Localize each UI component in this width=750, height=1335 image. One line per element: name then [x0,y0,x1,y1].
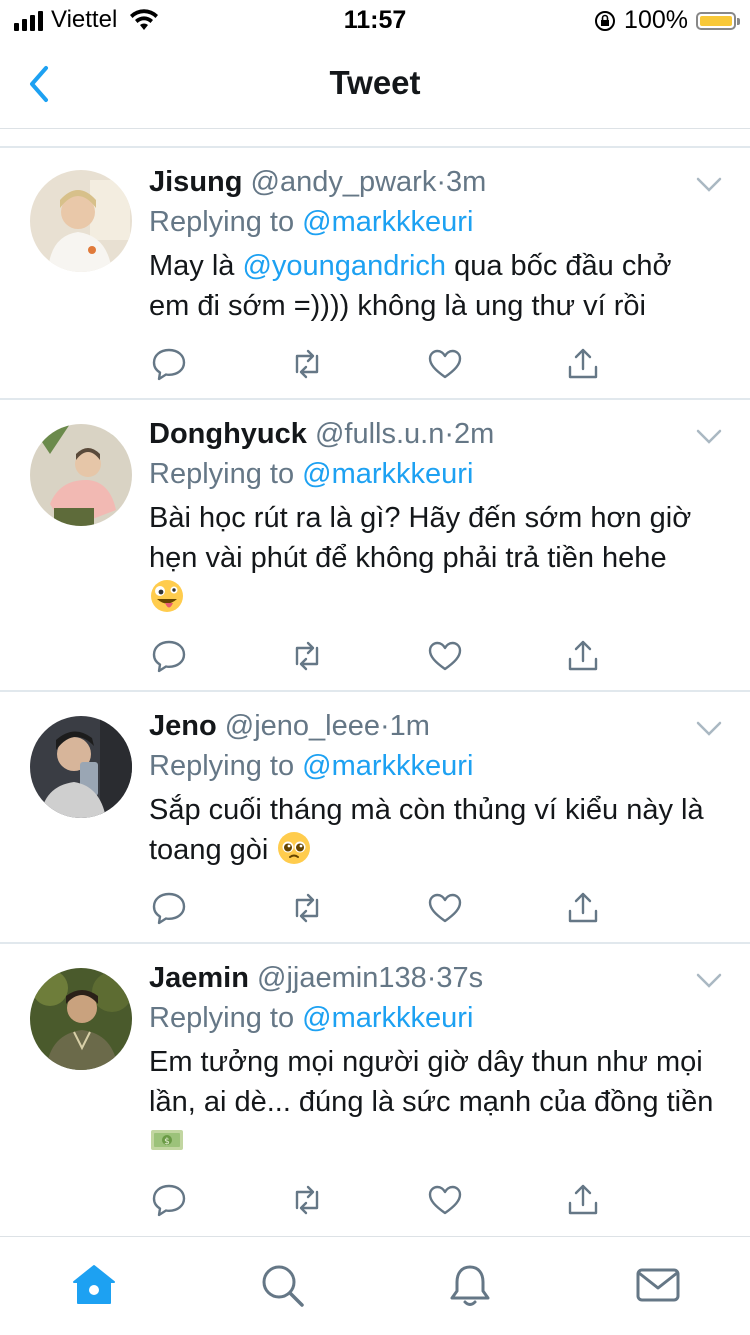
battery-percent: 100% [624,6,688,34]
tweet-text: Em tưởng mọi người giờ dây thun như mọi … [149,1042,719,1162]
user-handle[interactable]: @andy_pwark [251,166,437,198]
display-name[interactable]: Jeno [149,710,217,742]
battery-icon [696,11,740,30]
home-icon[interactable] [70,1261,118,1309]
search-icon[interactable] [258,1261,306,1309]
tweet-header: Jisung @andy_pwark·3m [149,166,486,199]
mention-link[interactable]: @youngandrich [242,250,446,282]
like-icon[interactable] [427,890,463,926]
avatar[interactable] [30,424,132,526]
reply-icon[interactable] [151,1182,187,1218]
user-handle[interactable]: @fulls.u.n [315,418,444,450]
text-segment: Sắp cuối tháng mà còn thủng ví kiểu này … [149,794,704,866]
status-bar: Viettel 11:57 100% [0,0,750,40]
like-icon[interactable] [427,1182,463,1218]
replying-label: Replying to [149,458,295,490]
tweet-header: Jeno @jeno_leee·1m [149,710,430,743]
page-title: Tweet [329,64,421,101]
display-name[interactable]: Jisung [149,166,242,198]
retweet-icon[interactable] [289,890,325,926]
like-icon[interactable] [427,638,463,674]
pleading-face-emoji-icon [278,832,311,864]
tweet-reply[interactable]: Donghyuck @fulls.u.n·2m Replying to @mar… [0,400,750,692]
money-with-wings-emoji-icon: $ [151,1130,183,1150]
tweet-actions [149,346,609,386]
reply-icon[interactable] [151,346,187,382]
zany-face-emoji-icon [151,580,183,612]
tweet-reply[interactable]: Jeno @jeno_leee·1m Replying to @markkkeu… [0,692,750,944]
tweet-actions [149,1182,609,1222]
separator-dot: · [444,418,455,450]
notifications-icon[interactable] [446,1261,494,1309]
user-handle[interactable]: @jjaemin138 [257,962,427,994]
replying-to: Replying to @markkkeuri [149,1002,473,1035]
tweet-actions [149,638,609,678]
chevron-down-icon[interactable] [696,720,722,738]
timestamp: 2m [454,418,495,450]
tweet-reply[interactable]: Jaemin @jjaemin138·37s Replying to @mark… [0,944,750,1236]
share-icon[interactable] [565,346,601,382]
replying-label: Replying to [149,1002,295,1034]
tweet-text: Sắp cuối tháng mà còn thủng ví kiểu này … [149,790,719,870]
chevron-down-icon[interactable] [696,972,722,990]
tweet-header: Donghyuck @fulls.u.n·2m [149,418,494,451]
retweet-icon[interactable] [289,638,325,674]
replying-to: Replying to @markkkeuri [149,458,473,491]
tweet-actions [149,890,609,930]
tweet-text: Bài học rút ra là gì? Hãy đến sớm hơn gi… [149,498,719,618]
reply-icon[interactable] [151,638,187,674]
share-icon[interactable] [565,890,601,926]
orientation-lock-icon [595,10,616,31]
timestamp: 1m [389,710,430,742]
reply-mention-link[interactable]: @markkkeuri [302,206,473,238]
avatar[interactable] [30,968,132,1070]
replying-label: Replying to [149,750,295,782]
reply-icon[interactable] [151,890,187,926]
chevron-down-icon[interactable] [696,176,722,194]
chevron-down-icon[interactable] [696,428,722,446]
bottom-tab-bar [0,1236,750,1335]
tweet-header: Jaemin @jjaemin138·37s [149,962,483,995]
share-icon[interactable] [565,1182,601,1218]
messages-icon[interactable] [634,1261,682,1309]
avatar[interactable] [30,170,132,272]
status-right: 100% [594,6,740,35]
like-icon[interactable] [427,346,463,382]
display-name[interactable]: Donghyuck [149,418,307,450]
tweet-reply[interactable]: Jisung @andy_pwark·3m Replying to @markk… [0,148,750,400]
text-segment: Bài học rút ra là gì? Hãy đến sớm hơn gi… [149,502,692,574]
svg-text:$: $ [164,1137,170,1147]
text-segment: Em tưởng mọi người giờ dây thun như mọi … [149,1046,714,1118]
timestamp: 3m [446,166,487,198]
reply-mention-link[interactable]: @markkkeuri [302,1002,473,1034]
user-handle[interactable]: @jeno_leee [225,710,380,742]
retweet-icon[interactable] [289,1182,325,1218]
separator-dot: · [436,166,447,198]
nav-bar: Tweet [0,40,750,128]
tweet-text: May là @youngandrich qua bốc đầu chở em … [149,246,719,326]
replying-to: Replying to @markkkeuri [149,206,473,239]
reply-mention-link[interactable]: @markkkeuri [302,458,473,490]
separator-dot: · [426,962,437,994]
text-segment: May là [149,250,243,282]
share-icon[interactable] [565,638,601,674]
replying-to: Replying to @markkkeuri [149,750,473,783]
nav-divider [0,128,750,129]
avatar[interactable] [30,716,132,818]
replying-label: Replying to [149,206,295,238]
display-name[interactable]: Jaemin [149,962,249,994]
reply-mention-link[interactable]: @markkkeuri [302,750,473,782]
separator-dot: · [379,710,390,742]
timestamp: 37s [436,962,484,994]
retweet-icon[interactable] [289,346,325,382]
